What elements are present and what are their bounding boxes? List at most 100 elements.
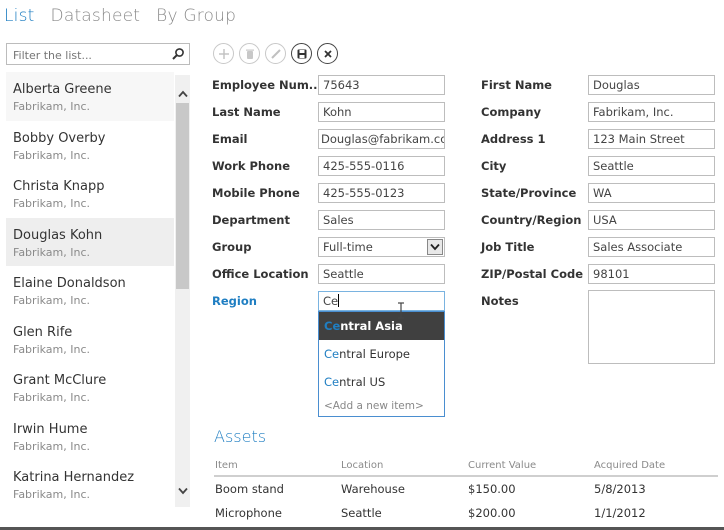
save-button[interactable] — [291, 43, 312, 64]
last-name-label: Last Name — [212, 105, 281, 119]
assets-table: Item Location Current Value Acquired Dat… — [214, 460, 718, 525]
plus-icon — [218, 48, 229, 59]
notes-textarea[interactable] — [588, 290, 715, 364]
match-highlight: Ce — [324, 375, 340, 389]
job-title-field[interactable]: Sales Associate — [588, 237, 715, 257]
employee-company: Fabrikam, Inc. — [13, 148, 91, 162]
trash-icon — [245, 49, 254, 59]
table-row[interactable]: Boom stand Warehouse $150.00 5/8/2013 — [214, 477, 718, 501]
pencil-icon — [270, 48, 281, 59]
mobile-phone-field[interactable]: 425-555-0123 — [318, 183, 445, 203]
cell-item: Microphone — [215, 506, 282, 520]
chevron-up-icon — [177, 90, 188, 98]
employee-name: Katrina Hernandez — [13, 470, 135, 485]
region-option-central-us[interactable]: Central US — [319, 368, 444, 396]
address-field[interactable]: 123 Main Street — [588, 129, 715, 149]
tab-datasheet[interactable]: Datasheet — [51, 6, 141, 26]
zip-field[interactable]: 98101 — [588, 264, 715, 284]
employee-name: Elaine Donaldson — [13, 276, 126, 291]
employee-company: Fabrikam, Inc. — [13, 391, 91, 404]
list-scrollbar[interactable] — [175, 75, 190, 507]
match-highlight: Ce — [324, 347, 340, 361]
add-button[interactable] — [213, 43, 234, 64]
column-header-location[interactable]: Location — [341, 460, 468, 475]
column-header-acquired-date[interactable]: Acquired Date — [594, 460, 718, 475]
employee-number-field[interactable]: 75643 — [318, 75, 445, 95]
list-item-selected[interactable]: Douglas Kohn Fabrikam, Inc. — [6, 217, 174, 266]
last-name-field[interactable]: Kohn — [318, 102, 445, 122]
employee-name: Douglas Kohn — [13, 227, 103, 243]
search-icon[interactable] — [171, 47, 185, 61]
employee-name: Alberta Greene — [13, 82, 112, 97]
region-option-central-asia[interactable]: Central Asia — [319, 312, 444, 340]
employee-company: Fabrikam, Inc. — [13, 100, 91, 113]
employee-name: Glen Rife — [13, 324, 73, 340]
list-item[interactable]: Bobby Overby Fabrikam, Inc. — [6, 121, 174, 170]
employee-company: Fabrikam, Inc. — [13, 488, 91, 501]
column-header-current-value[interactable]: Current Value — [468, 460, 594, 475]
city-label: City — [481, 159, 507, 173]
employee-name: Christa Knapp — [13, 179, 105, 194]
text-caret — [338, 294, 340, 307]
assets-heading: Assets — [214, 427, 267, 446]
scroll-down-button[interactable] — [175, 484, 190, 498]
cell-location: Seattle — [341, 506, 382, 520]
region-field[interactable]: Ce — [318, 291, 445, 311]
employee-company: Fabrikam, Inc. — [13, 294, 91, 307]
employee-name: Irwin Hume — [13, 421, 88, 437]
work-phone-field[interactable]: 425-555-0116 — [318, 156, 445, 176]
scroll-up-button[interactable] — [175, 87, 190, 101]
mobile-phone-label: Mobile Phone — [212, 186, 300, 200]
save-icon — [297, 49, 306, 58]
add-new-item-option[interactable]: <Add a new item> — [319, 396, 444, 417]
group-select-value: Full-time — [323, 240, 373, 254]
address-label: Address 1 — [481, 132, 546, 146]
department-label: Department — [212, 213, 290, 227]
cell-acquired-date: 5/8/2013 — [594, 482, 646, 496]
city-field[interactable]: Seattle — [588, 156, 715, 176]
table-row[interactable]: Microphone Seattle $200.00 1/1/2012 — [214, 501, 718, 525]
list-item[interactable]: Grant McClure Fabrikam, Inc. — [6, 363, 174, 412]
assets-table-header: Item Location Current Value Acquired Dat… — [214, 460, 718, 477]
cell-current-value: $200.00 — [468, 506, 516, 520]
first-name-label: First Name — [481, 78, 552, 92]
country-field[interactable]: USA — [588, 210, 715, 230]
employee-company: Fabrikam, Inc. — [13, 245, 91, 259]
work-phone-label: Work Phone — [212, 159, 291, 173]
employee-name: Bobby Overby — [13, 130, 106, 146]
cancel-button[interactable] — [317, 43, 338, 64]
group-dropdown-button[interactable] — [427, 239, 443, 255]
option-text: ntral Asia — [340, 319, 403, 333]
first-name-field[interactable]: Douglas — [588, 75, 715, 95]
region-option-central-europe[interactable]: Central Europe — [319, 340, 444, 368]
group-select[interactable]: Full-time — [318, 237, 445, 257]
list-item[interactable]: Irwin Hume Fabrikam, Inc. — [6, 412, 174, 461]
filter-input[interactable] — [7, 45, 167, 66]
delete-button[interactable] — [239, 43, 260, 64]
edit-button[interactable] — [265, 43, 286, 64]
region-autocomplete: Central Asia Central Europe Central US <… — [318, 311, 445, 417]
list-item[interactable]: Katrina Hernandez Fabrikam, Inc. — [6, 460, 174, 506]
option-text: ntral US — [339, 375, 386, 389]
list-item[interactable]: Elaine Donaldson Fabrikam, Inc. — [6, 266, 174, 315]
match-highlight: Ce — [324, 319, 341, 333]
office-location-label: Office Location — [212, 267, 309, 281]
tab-by-group[interactable]: By Group — [156, 6, 236, 26]
list-item[interactable]: Alberta Greene Fabrikam, Inc. — [6, 72, 174, 121]
filter-box — [6, 43, 190, 66]
scrollbar-thumb[interactable] — [176, 103, 189, 289]
list-item[interactable]: Christa Knapp Fabrikam, Inc. — [6, 169, 174, 218]
list-item[interactable]: Glen Rife Fabrikam, Inc. — [6, 315, 174, 364]
employee-company: Fabrikam, Inc. — [13, 342, 91, 356]
office-location-field[interactable]: Seattle — [318, 264, 445, 284]
option-text: ntral Europe — [339, 347, 410, 361]
employee-company: Fabrikam, Inc. — [13, 439, 91, 453]
company-field[interactable]: Fabrikam, Inc. — [588, 102, 715, 122]
email-label: Email — [212, 132, 248, 146]
email-field[interactable]: Douglas@fabrikam.com — [318, 129, 445, 149]
tab-list[interactable]: List — [4, 6, 35, 26]
state-field[interactable]: WA — [588, 183, 715, 203]
zip-label: ZIP/Postal Code — [481, 267, 583, 281]
column-header-item[interactable]: Item — [214, 460, 341, 475]
department-field[interactable]: Sales — [318, 210, 445, 230]
